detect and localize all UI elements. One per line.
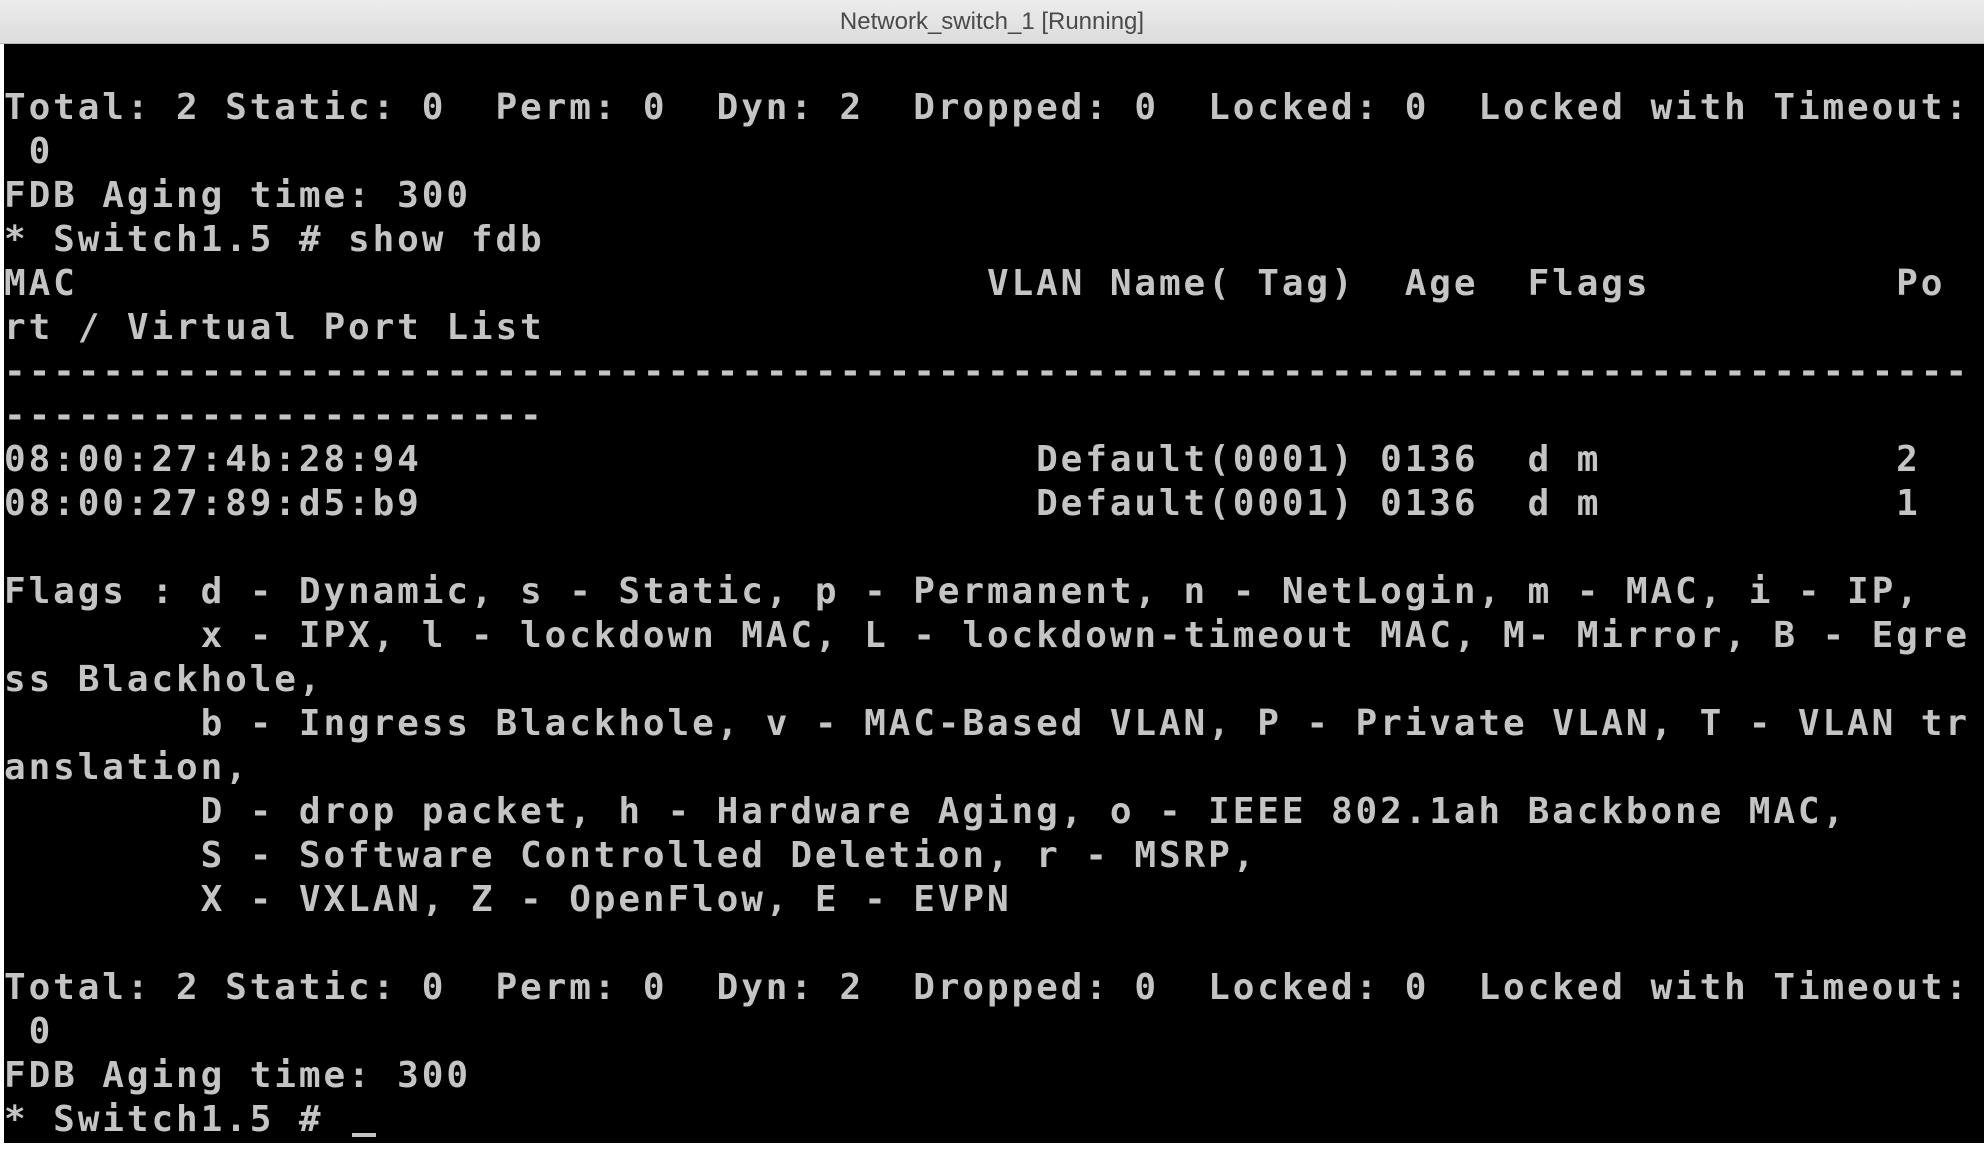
console-line: MAC VLAN Name( Tag) Age Flags Po	[4, 263, 1946, 304]
window-bottom-border	[0, 1143, 1984, 1150]
console-line: x - IPX, l - lockdown MAC, L - lockdown-…	[4, 615, 1970, 656]
console-line: ss Blackhole,	[4, 659, 324, 700]
console-line: 08:00:27:89:d5:b9 Default(0001) 0136 d m…	[4, 483, 1921, 524]
text-cursor	[352, 1133, 377, 1137]
console-line: 08:00:27:4b:28:94 Default(0001) 0136 d m…	[4, 439, 1921, 480]
console-line: 0	[4, 1011, 54, 1052]
console-line: FDB Aging time: 300	[4, 175, 471, 216]
window-title: Network_switch_1 [Running]	[839, 7, 1145, 35]
console-line: anslation,	[4, 747, 250, 788]
console-line: 0	[4, 131, 54, 172]
console-line: D - drop packet, h - Hardware Aging, o -…	[4, 791, 1848, 832]
console-line: ----------------------	[4, 395, 545, 436]
console-line: FDB Aging time: 300	[4, 1055, 471, 1096]
console-prompt: * Switch1.5 #	[4, 1099, 349, 1140]
console-line: rt / Virtual Port List	[4, 307, 545, 348]
console-line: ----------------------------------------…	[4, 351, 1970, 392]
console-line: Flags : d - Dynamic, s - Static, p - Per…	[4, 571, 1921, 612]
console-line: S - Software Controlled Deletion, r - MS…	[4, 835, 1258, 876]
console-output: Total: 2 Static: 0 Perm: 0 Dyn: 2 Droppe…	[4, 86, 1970, 1142]
console-line: Total: 2 Static: 0 Perm: 0 Dyn: 2 Droppe…	[4, 87, 1970, 128]
vm-window: Network_switch_1 [Running] Total: 2 Stat…	[0, 0, 1984, 1150]
console-line: b - Ingress Blackhole, v - MAC-Based VLA…	[4, 703, 1970, 744]
console-line: X - VXLAN, Z - OpenFlow, E - EVPN	[4, 879, 1012, 920]
console-line: Total: 2 Static: 0 Perm: 0 Dyn: 2 Droppe…	[4, 967, 1970, 1008]
terminal-screen[interactable]: Total: 2 Static: 0 Perm: 0 Dyn: 2 Droppe…	[4, 44, 1984, 1143]
window-titlebar[interactable]: Network_switch_1 [Running]	[0, 0, 1984, 44]
console-prompt-line[interactable]: * Switch1.5 #	[4, 1098, 1970, 1142]
console-line: * Switch1.5 # show fdb	[4, 219, 545, 260]
